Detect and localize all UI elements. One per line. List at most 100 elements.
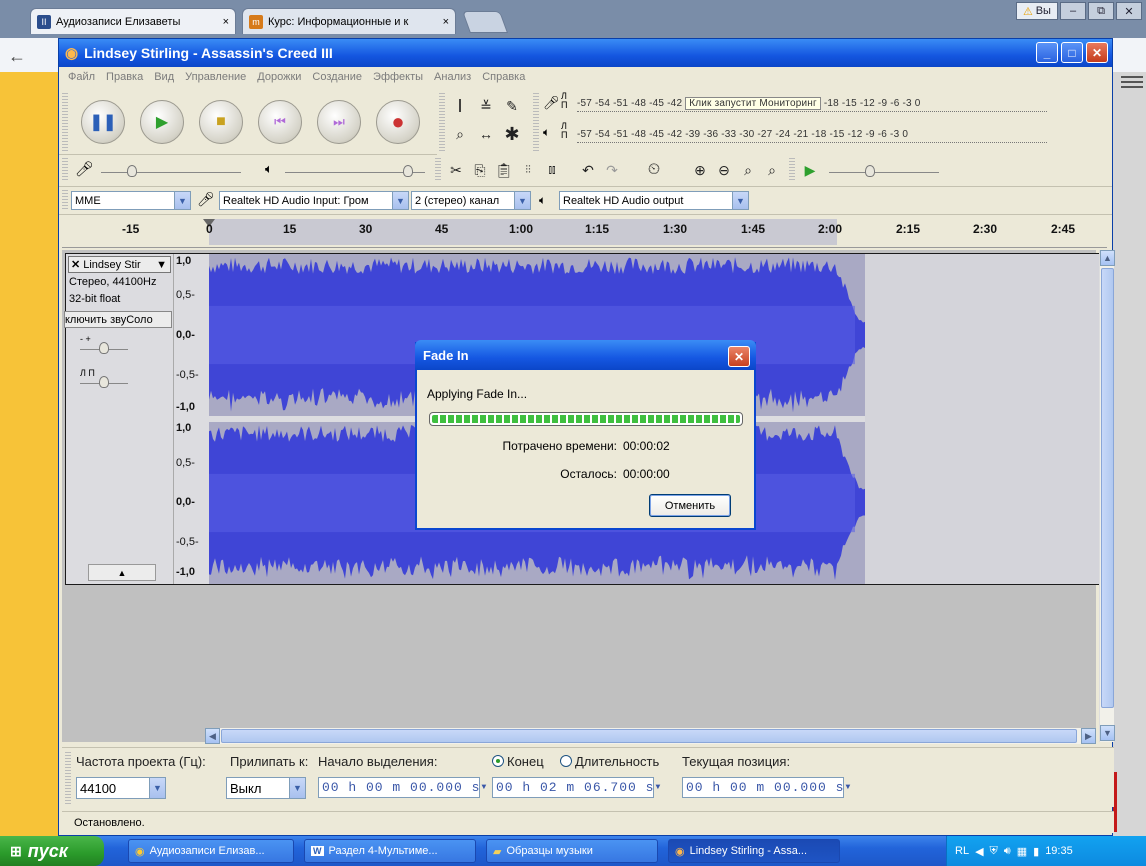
menu-icon[interactable] [1121,72,1143,94]
scroll-up-button[interactable]: ▲ [1100,250,1115,266]
scroll-thumb[interactable] [221,729,1077,743]
skip-end-button[interactable]: ⏭ [317,100,361,144]
shield-icon[interactable]: ⛨ [990,845,998,858]
slider-thumb[interactable] [99,342,109,354]
menu-file[interactable]: Файл [68,71,95,83]
task-folder[interactable]: ▰ Образцы музыки [486,839,658,863]
close-window-button[interactable]: ✕ [1116,2,1142,20]
length-radio[interactable]: Длительность [560,754,659,769]
dialog-close-button[interactable]: ✕ [728,346,750,367]
volume-icon[interactable]: 🔊︎ [1004,845,1011,858]
silence-icon[interactable]: ⫾⫾ [541,159,563,181]
stop-button[interactable]: ■ [199,100,243,144]
tab-course[interactable]: m Курс: Информационные и к × [242,8,456,34]
speaker-icon: 🔈︎ [543,125,551,139]
collapse-track-button[interactable]: ▲ [88,564,156,581]
input-device-select[interactable]: Realtek HD Audio Input: Гром ▼ [219,191,409,210]
menu-analyze[interactable]: Анализ [434,71,471,83]
draw-tool-icon[interactable]: ✎ [501,95,523,117]
selection-tool-icon[interactable]: I [449,95,471,117]
menu-edit[interactable]: Правка [106,71,143,83]
slider-thumb[interactable] [99,376,109,388]
language-indicator[interactable]: RL [955,845,969,857]
menu-view[interactable]: Вид [154,71,174,83]
close-icon[interactable]: × [443,16,449,28]
skip-start-button[interactable]: ⏮ [258,100,302,144]
radio-unselected[interactable] [560,755,572,767]
close-icon[interactable]: ✕ [71,258,80,271]
close-icon[interactable]: × [223,16,229,28]
fit-project-icon[interactable]: ⌕ [761,159,783,181]
channels-select[interactable]: 2 (стерео) канал ▼ [411,191,531,210]
record-button[interactable]: ● [376,100,420,144]
undo-icon[interactable]: ↶ [577,159,599,181]
envelope-tool-icon[interactable]: ≚ [475,95,497,117]
paste-icon[interactable]: 📋︎ [493,159,515,181]
pause-button[interactable]: ❚❚ [81,100,125,144]
play-speed-slider[interactable] [829,172,939,173]
scroll-down-button[interactable]: ▼ [1100,725,1115,741]
audio-host-select[interactable]: MME ▼ [71,191,191,210]
selection-start-field[interactable]: 00 h 00 m 00.000 s ▼ [318,777,486,798]
cancel-button[interactable]: Отменить [649,494,731,517]
zoom-out-icon[interactable]: ⊖ [713,159,735,181]
radio-selected[interactable] [492,755,504,767]
tray-nav-icon[interactable]: ◀ [975,845,983,858]
menu-effects[interactable]: Эффекты [373,71,423,83]
redo-icon[interactable]: ↷ [601,159,623,181]
project-rate-select[interactable]: 44100 ▼ [76,777,166,799]
audio-position-field[interactable]: 00 h 00 m 00.000 s ▼ [682,777,850,798]
multi-tool-icon[interactable]: ✱ [501,123,523,145]
play-button[interactable]: ▶ [140,100,184,144]
tab-audio-records[interactable]: II Аудиозаписи Елизаветы × [30,8,236,34]
signal-icon[interactable]: ▮ [1033,845,1039,858]
input-volume-slider[interactable] [101,172,241,173]
track-name-menu[interactable]: ✕ Lindsey Stir ▼ [68,256,171,273]
snap-to-select[interactable]: Выкл ▼ [226,777,306,799]
trim-icon[interactable]: ⫶⫶ [517,159,539,181]
scroll-thumb[interactable] [1101,268,1114,708]
zoom-tool-icon[interactable]: ⌕ [449,123,471,145]
tick-label: 2:45 [1051,222,1076,236]
back-arrow-icon[interactable]: ← [8,46,26,67]
start-button[interactable]: ⊞ пуск [0,836,104,866]
timeline-ruler[interactable]: -15 0 15 30 45 1:00 1:15 1:30 1:45 2:00 … [62,216,1107,248]
fit-selection-icon[interactable]: ⌕ [737,159,759,181]
cut-icon[interactable]: ✂ [445,159,467,181]
zoom-in-icon[interactable]: ⊕ [689,159,711,181]
slider-thumb[interactable] [865,165,875,177]
sync-lock-icon[interactable]: ⏲ [643,159,665,181]
timeshift-tool-icon[interactable]: ↔ [475,123,497,145]
maximize-button[interactable]: □ [1061,42,1083,63]
profile-warning-button[interactable]: ⚠ Вы [1016,2,1058,20]
selection-end-field[interactable]: 00 h 02 m 06.700 s ▼ [492,777,660,798]
vertical-scrollbar[interactable]: ▲ ▼ [1099,250,1115,742]
playback-meter[interactable]: -57 -54 -51 -48 -45 -42 -39 -36 -33 -30 … [577,126,1047,143]
minimize-button[interactable]: – [1060,2,1086,20]
play-at-speed-icon[interactable]: ▶ [799,159,821,181]
slider-thumb[interactable] [127,165,137,177]
copy-icon[interactable]: ⎘ [469,159,491,181]
chevron-down-icon: ▼ [732,192,748,209]
task-chrome[interactable]: ◉ Аудиозаписи Елизав... [128,839,294,863]
restore-button[interactable]: ⧉ [1088,2,1114,20]
output-device-select[interactable]: Realtek HD Audio output ▼ [559,191,749,210]
scroll-left-button[interactable]: ◀ [205,728,220,744]
slider-thumb[interactable] [403,165,413,177]
new-tab-button[interactable] [461,11,509,33]
mute-solo-buttons[interactable]: ключить звуСоло [64,311,172,328]
menu-help[interactable]: Справка [482,71,525,83]
scroll-right-button[interactable]: ▶ [1081,728,1096,744]
menu-generate[interactable]: Создание [312,71,362,83]
menu-tracks[interactable]: Дорожки [257,71,301,83]
menu-transport[interactable]: Управление [185,71,246,83]
network-icon[interactable]: ▦ [1017,845,1027,858]
record-meter[interactable]: -57 -54 -51 -48 -45 -42 Клик запустит Мо… [577,95,1047,112]
horizontal-scrollbar[interactable]: ◀ ▶ [205,728,1096,744]
end-radio[interactable]: Конец [492,754,544,769]
close-button[interactable]: ✕ [1086,42,1108,63]
empty-track-area[interactable] [865,254,1106,584]
task-audacity[interactable]: ◉ Lindsey Stirling - Assa... [668,839,840,863]
minimize-button[interactable]: _ [1036,42,1058,63]
task-word[interactable]: W Раздел 4-Мультиме... [304,839,476,863]
